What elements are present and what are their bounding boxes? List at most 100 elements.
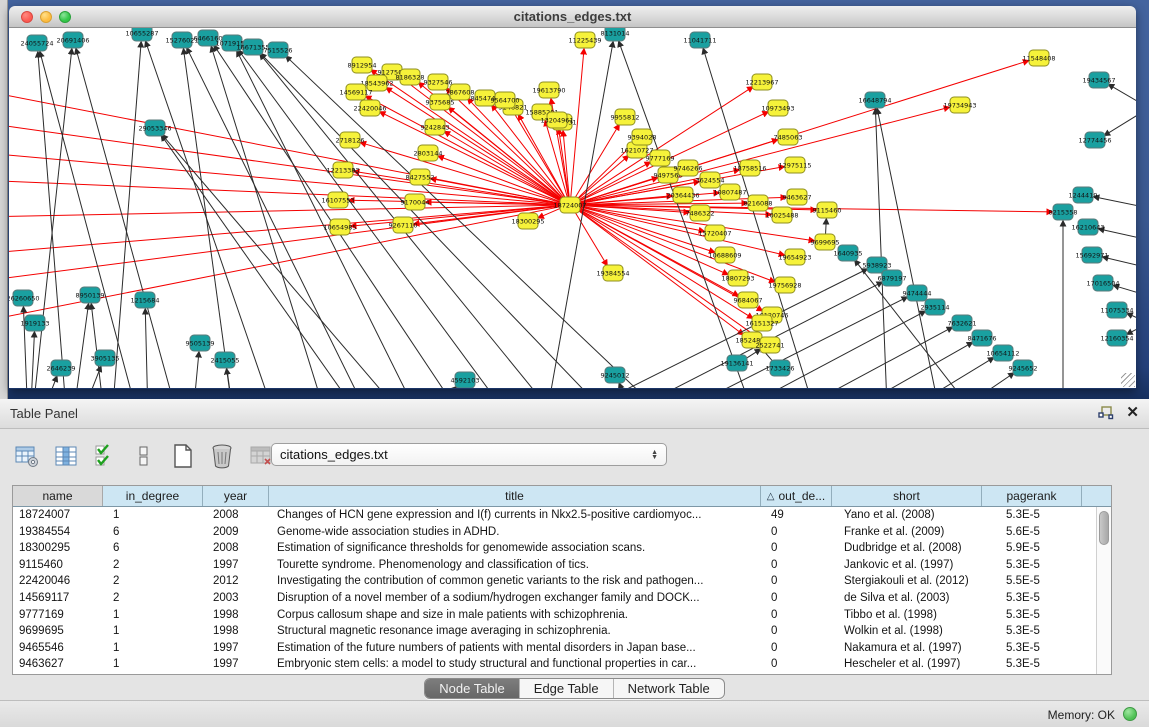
graph-node[interactable]: 11075334 [1100,302,1133,318]
graph-node[interactable]: 17016504 [1086,275,1119,291]
graph-node[interactable]: 9955812 [611,109,640,125]
graph-edge[interactable] [889,373,1014,388]
tab-edge-table[interactable]: Edge Table [520,679,614,698]
select-all-rows-icon[interactable] [92,443,118,469]
graph-edge[interactable] [1127,313,1136,323]
table-row[interactable]: 911546021997Tourette syndrome. Phenomeno… [13,557,1111,574]
graph-node[interactable]: 8912954 [348,57,377,73]
table-select-dropdown[interactable]: citations_edges.txt ▲▼ [271,443,667,466]
graph-edge[interactable] [575,125,619,199]
vertical-scrollbar[interactable] [1096,507,1111,674]
graph-node[interactable]: 26260650 [9,290,40,306]
graph-node[interactable]: 8186328 [396,69,425,85]
graph-node[interactable]: 10654985 [323,219,356,235]
graph-node[interactable]: 9245652 [1009,360,1038,376]
graph-edge[interactable] [145,309,149,388]
row-options-icon[interactable] [131,443,157,469]
graph-node[interactable]: 2646239 [47,360,76,376]
column-header-short[interactable]: short [832,486,982,506]
graph-node[interactable]: 20691406 [56,32,89,48]
graph-node[interactable]: 8950139 [76,287,105,303]
graph-node[interactable]: 9375685 [426,94,455,110]
graph-node[interactable]: 19654923 [778,249,811,265]
graph-node[interactable]: 2935114 [921,299,950,315]
table-row[interactable]: 1830029562008Estimation of significance … [13,540,1111,557]
graph-node[interactable]: 11041711 [683,32,716,48]
graph-edge[interactable] [389,386,457,388]
graph-edge[interactable] [29,332,34,388]
graph-edge[interactable] [69,304,89,388]
graph-node[interactable]: 15692971 [1075,247,1108,263]
graph-node[interactable]: 10973493 [761,100,794,116]
graph-edge[interactable] [76,49,189,388]
window-resize-grip-icon[interactable] [1121,373,1135,387]
graph-node[interactable]: 1244419 [1069,187,1098,203]
graph-edge[interactable] [354,171,561,203]
graph-node[interactable]: 19756928 [768,277,801,293]
table-row[interactable]: 946554611997Estimation of the future num… [13,640,1111,657]
table-row[interactable]: 946362711997Embryonic stem cells: a mode… [13,656,1111,673]
graph-node[interactable]: 7632621 [948,315,977,331]
graph-node[interactable]: 11548408 [1022,50,1055,66]
graph-node[interactable]: 12975115 [778,157,811,173]
graph-edge[interactable] [29,376,57,388]
graph-node[interactable]: 22420046 [353,100,386,116]
graph-edge[interactable] [875,109,889,388]
graph-node[interactable]: 1919133 [21,315,50,331]
graph-node[interactable]: 9394028 [628,129,657,145]
graph-node[interactable]: 9463627 [783,189,812,205]
table-row[interactable]: 2242004622012Investigating the contribut… [13,573,1111,590]
graph-node[interactable]: 1733426 [766,360,795,376]
table-row[interactable]: 1456911722003Disruption of a novel membe… [13,590,1111,607]
table-settings-icon[interactable] [14,443,40,469]
graph-edge[interactable] [877,109,949,388]
table-row[interactable]: 977716911998Corpus callosum shape and si… [13,607,1111,624]
graph-node[interactable]: 7486322 [686,205,715,221]
graph-node[interactable]: 9564700 [491,92,520,108]
graph-node[interactable]: 24055724 [20,35,53,51]
graph-edge[interactable] [539,282,882,388]
graph-node[interactable]: 2718126 [336,132,365,148]
show-columns-icon[interactable] [53,443,79,469]
scrollbar-thumb[interactable] [1099,511,1109,545]
graph-node[interactable]: 8427552 [406,169,435,185]
graph-node[interactable]: 9242843 [421,119,450,135]
column-header-in-degree[interactable]: in_degree [103,486,203,506]
graph-node[interactable]: 11225439 [568,32,601,48]
column-header-year[interactable]: year [203,486,269,506]
graph-edge[interactable] [109,42,141,388]
column-header-out-de-[interactable]: △out_de... [761,486,832,506]
graph-node[interactable]: 19613790 [532,82,565,98]
delete-icon[interactable] [209,443,235,469]
graph-node[interactable]: 10655287 [125,28,158,41]
graph-edge[interactable] [769,342,972,388]
graph-node[interactable]: 2415055 [211,352,240,368]
graph-edge[interactable] [826,219,827,234]
graph-edge[interactable] [1094,197,1136,208]
graph-node[interactable]: 19734943 [943,97,976,113]
graph-edge[interactable] [29,49,72,388]
graph-node[interactable]: 8131014 [601,28,630,41]
column-header-title[interactable]: title [269,486,761,506]
graph-node[interactable]: 7515526 [264,42,293,58]
graph-node[interactable]: 4592103 [451,372,480,388]
graph-edge[interactable] [91,304,109,388]
graph-node[interactable]: 12213967 [745,74,778,90]
graph-node[interactable]: 2803144 [414,145,443,161]
graph-node[interactable]: 9746266 [674,160,703,176]
graph-edge[interactable] [489,269,867,388]
graph-node[interactable]: 9170044 [401,194,430,210]
tab-node-table[interactable]: Node Table [425,679,520,698]
graph-node[interactable]: 19384554 [596,265,629,281]
close-panel-icon[interactable]: ✕ [1126,405,1139,421]
graph-edge[interactable] [829,358,994,388]
graph-node[interactable]: 9699695 [811,234,840,250]
graph-node[interactable]: 9684067 [734,292,763,308]
table-row[interactable]: 969969511998Structural magnetic resonanc… [13,623,1111,640]
graph-node[interactable]: 7485063 [774,129,803,145]
graph-edge[interactable] [1127,323,1136,334]
graph-edge[interactable] [189,352,199,388]
graph-edge[interactable] [1104,108,1136,135]
graph-node[interactable]: 6879197 [878,270,907,286]
float-panel-icon[interactable] [1098,406,1114,420]
